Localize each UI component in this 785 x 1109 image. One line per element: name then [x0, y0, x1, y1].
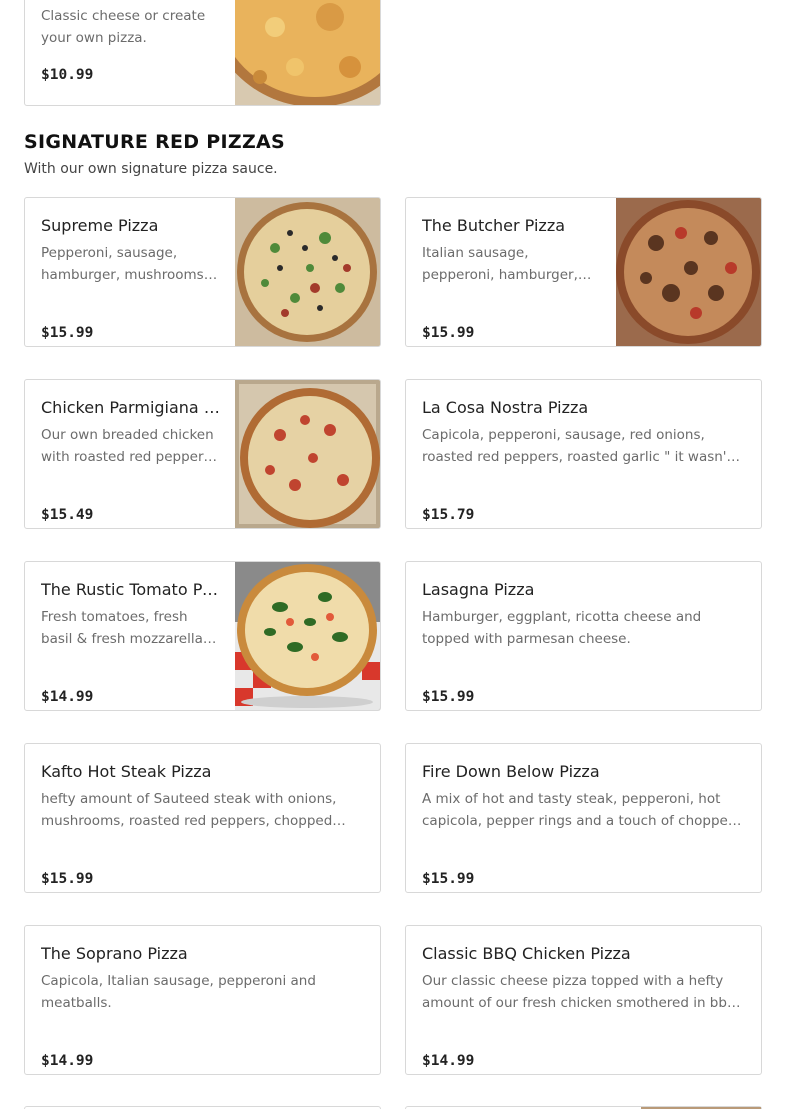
- item-price: $15.99: [41, 871, 94, 887]
- item-price: $15.79: [422, 507, 475, 523]
- item-description: Our classic cheese pizza topped with a h…: [422, 973, 736, 1011]
- menu-item-card[interactable]: Kafto Hot Steak Pizza hefty amount of Sa…: [24, 743, 381, 893]
- item-description: Pepperoni, sausage, hamburger, mushrooms…: [41, 245, 208, 283]
- menu-item-card[interactable]: La Cosa Nostra Pizza Capicola, pepperoni…: [405, 379, 762, 529]
- item-name: Lasagna Pizza: [422, 580, 535, 599]
- item-description: Classic cheese or create your own pizza.: [41, 8, 206, 46]
- menu-item-card-cheese[interactable]: Classic cheese or create your own pizza.…: [24, 0, 381, 106]
- item-price: $14.99: [41, 1053, 94, 1069]
- item-price: $15.99: [422, 871, 475, 887]
- item-name: The Butcher Pizza: [422, 216, 566, 235]
- menu-item-card[interactable]: The Butcher Pizza Italian sausage, peppe…: [405, 197, 762, 347]
- item-name: Chicken Parmigiana Pizza: [41, 398, 220, 417]
- item-description: Capicola, Italian sausage, pepperoni and…: [41, 973, 316, 1011]
- cheese-pizza-image: [235, 0, 380, 105]
- item-description: Capicola, pepperoni, sausage, red onions…: [422, 427, 732, 465]
- item-name: Kafto Hot Steak Pizza: [41, 762, 212, 781]
- item-name: La Cosa Nostra Pizza: [422, 398, 589, 417]
- item-price: $15.49: [41, 507, 94, 523]
- item-price: $10.99: [41, 67, 94, 83]
- item-description: Our own breaded chicken with roasted red…: [41, 427, 214, 465]
- menu-item-card[interactable]: Classic BBQ Chicken Pizza Our classic ch…: [405, 925, 762, 1075]
- supreme-pizza-image: [235, 198, 380, 346]
- item-price: $15.99: [422, 325, 475, 341]
- item-description: A mix of hot and tasty steak, pepperoni,…: [422, 791, 737, 829]
- menu-item-card[interactable]: The Rustic Tomato Pizza Fresh tomatoes, …: [24, 561, 381, 711]
- item-name: The Soprano Pizza: [41, 944, 188, 963]
- section-subtitle: With our own signature pizza sauce.: [24, 161, 278, 177]
- chicken-parmigiana-pizza-image: [235, 380, 380, 528]
- item-price: $14.99: [41, 689, 94, 705]
- item-name: Classic BBQ Chicken Pizza: [422, 944, 631, 963]
- item-description: hefty amount of Sauteed steak with onion…: [41, 791, 337, 829]
- item-description: Hamburger, eggplant, ricotta cheese and …: [422, 609, 702, 647]
- item-price: $14.99: [422, 1053, 475, 1069]
- rustic-tomato-pizza-image: [235, 562, 380, 710]
- item-name: The Rustic Tomato Pizza: [41, 580, 220, 599]
- menu-item-card[interactable]: The Soprano Pizza Capicola, Italian saus…: [24, 925, 381, 1075]
- item-price: $15.99: [41, 325, 94, 341]
- section-title: SIGNATURE RED PIZZAS: [24, 131, 286, 153]
- item-name: Fire Down Below Pizza: [422, 762, 600, 781]
- item-description: Italian sausage, pepperoni, hamburger, c…: [422, 245, 578, 283]
- item-name: Supreme Pizza: [41, 216, 159, 235]
- item-price: $15.99: [422, 689, 475, 705]
- menu-item-card[interactable]: Chicken Parmigiana Pizza Our own breaded…: [24, 379, 381, 529]
- item-description: Fresh tomatoes, fresh basil & fresh mozz…: [41, 609, 203, 647]
- menu-item-card[interactable]: Fire Down Below Pizza A mix of hot and t…: [405, 743, 762, 893]
- menu-item-card[interactable]: Supreme Pizza Pepperoni, sausage, hambur…: [24, 197, 381, 347]
- butcher-pizza-image: [616, 198, 761, 346]
- menu-item-card[interactable]: Lasagna Pizza Hamburger, eggplant, ricot…: [405, 561, 762, 711]
